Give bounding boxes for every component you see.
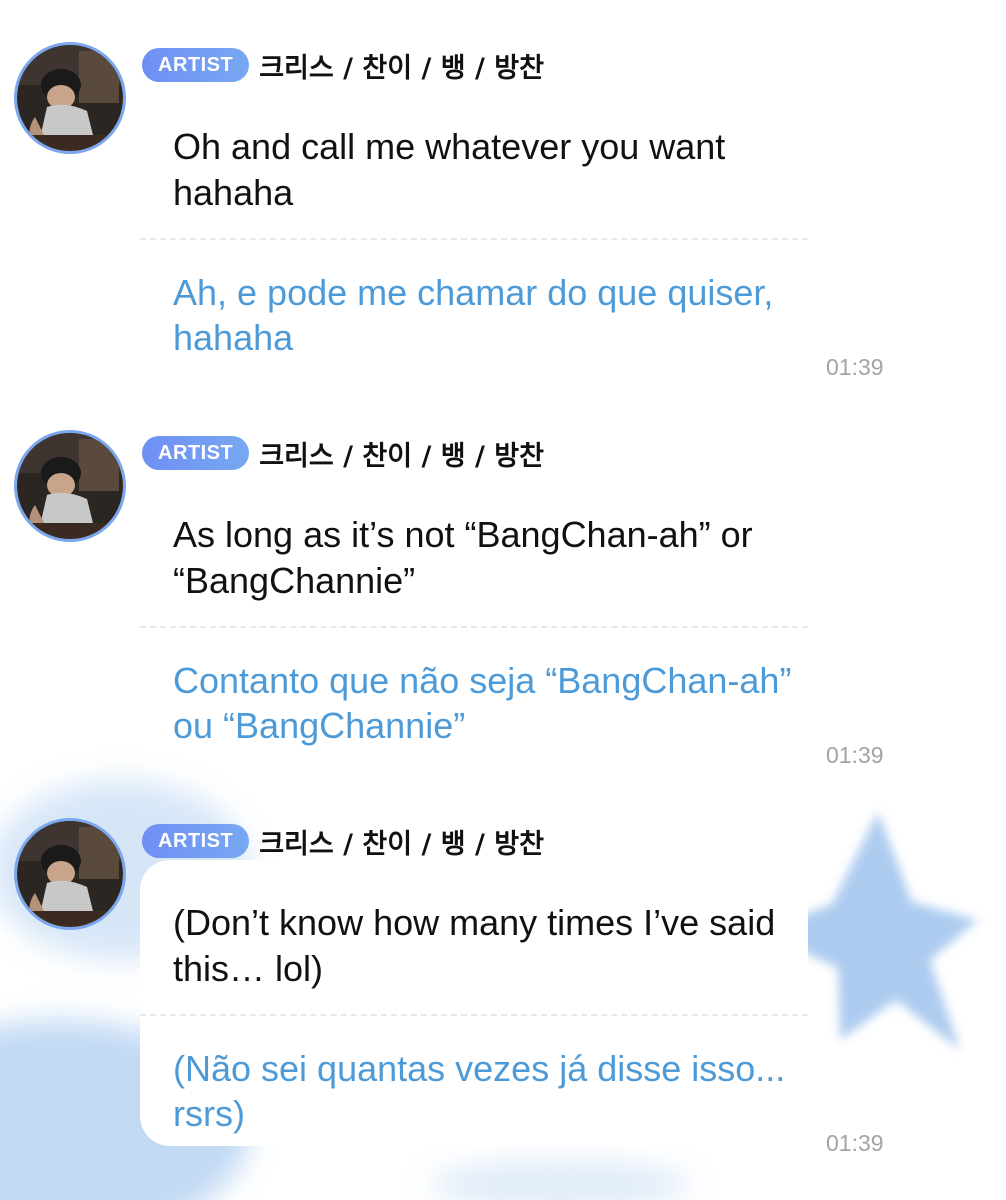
original-text: As long as it’s not “BangChan-ah” or “Ba… <box>173 514 753 601</box>
message-header: ARTIST 크리스 / 찬이 / 뱅 / 방찬 <box>142 821 544 861</box>
message-header: ARTIST 크리스 / 찬이 / 뱅 / 방찬 <box>142 433 544 473</box>
author-name: 크리스 / 찬이 / 뱅 / 방찬 <box>259 52 544 84</box>
author-name: 크리스 / 찬이 / 뱅 / 방찬 <box>259 440 544 472</box>
divider <box>140 238 808 240</box>
translation-text: Contanto que não seja “BangChan-ah” ou “… <box>173 660 792 746</box>
message-header: ARTIST 크리스 / 찬이 / 뱅 / 방찬 <box>142 45 544 85</box>
avatar[interactable] <box>14 818 126 930</box>
divider <box>140 1014 808 1016</box>
chat-message: ARTIST 크리스 / 찬이 / 뱅 / 방찬 Oh and call me … <box>0 0 1006 388</box>
timestamp: 01:39 <box>826 1130 884 1156</box>
artist-badge: ARTIST <box>142 436 250 470</box>
avatar[interactable] <box>14 430 126 542</box>
artist-badge: ARTIST <box>142 824 250 858</box>
message-bubble[interactable]: (Don’t know how many times I’ve said thi… <box>140 860 808 1146</box>
chat-message: ARTIST 크리스 / 찬이 / 뱅 / 방찬 (Don’t know how… <box>0 776 1006 1164</box>
original-text: (Don’t know how many times I’ve said thi… <box>173 902 776 989</box>
avatar[interactable] <box>14 42 126 154</box>
message-bubble[interactable]: As long as it’s not “BangChan-ah” or “Ba… <box>140 472 808 758</box>
chat-message: ARTIST 크리스 / 찬이 / 뱅 / 방찬 As long as it’s… <box>0 388 1006 776</box>
artist-badge: ARTIST <box>142 48 250 82</box>
author-name: 크리스 / 찬이 / 뱅 / 방찬 <box>259 828 544 860</box>
timestamp: 01:39 <box>826 354 884 380</box>
timestamp: 01:39 <box>826 742 884 768</box>
divider <box>140 626 808 628</box>
message-bubble[interactable]: Oh and call me whatever you want hahaha … <box>140 84 808 370</box>
translation-text: (Não sei quantas vezes já disse isso... … <box>173 1048 786 1134</box>
original-text: Oh and call me whatever you want hahaha <box>173 126 726 213</box>
translation-text: Ah, e pode me chamar do que quiser, haha… <box>173 272 774 358</box>
